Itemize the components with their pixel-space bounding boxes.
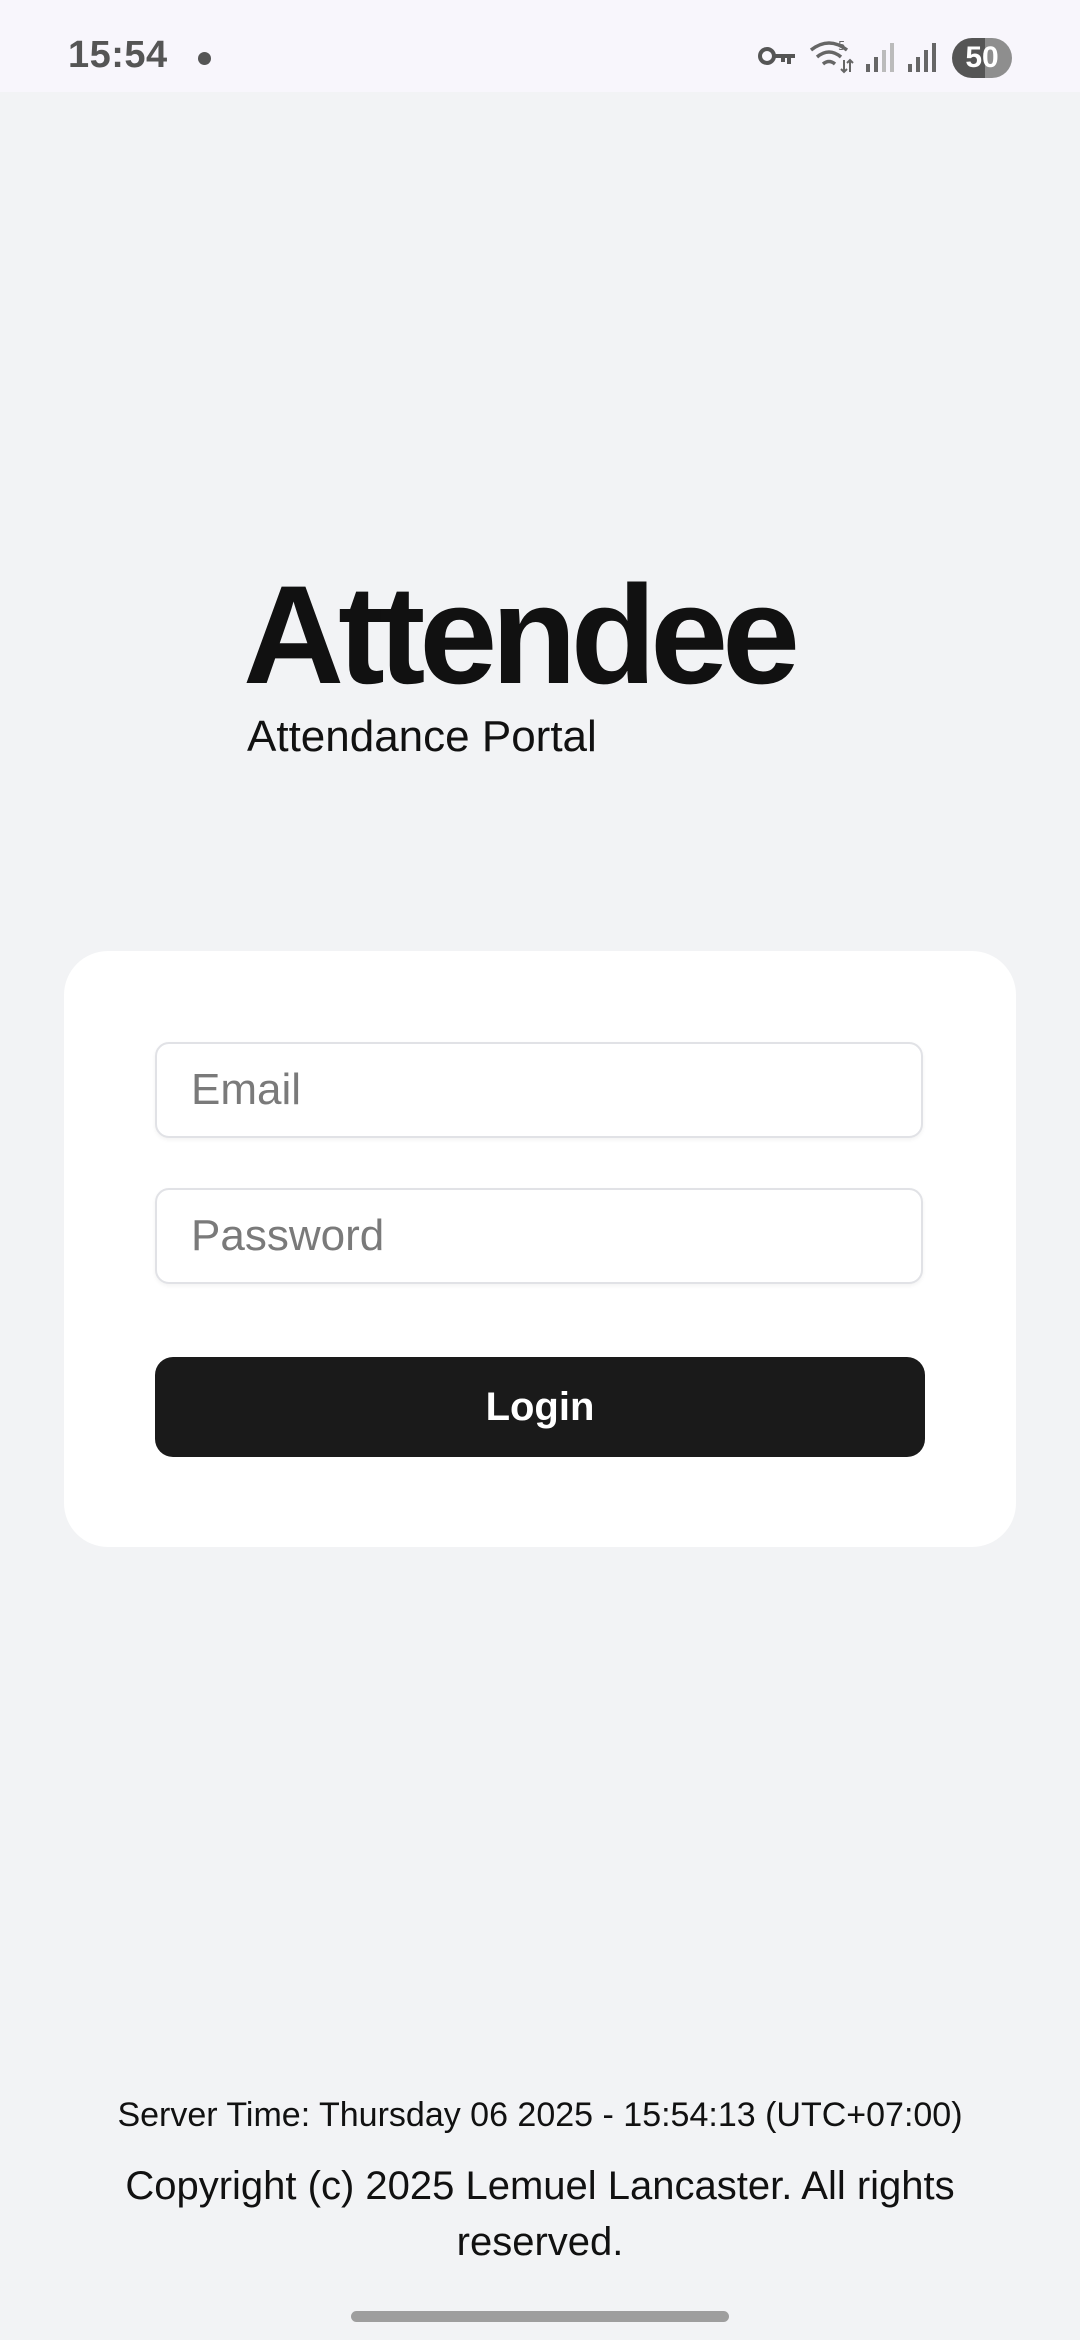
signal-icon	[864, 40, 896, 77]
signal-icon	[906, 40, 938, 77]
battery-indicator: 50	[952, 38, 1012, 78]
status-bar: 15:54 5 50	[0, 0, 1080, 92]
svg-text:5: 5	[838, 39, 846, 53]
vpn-key-icon	[758, 44, 798, 73]
app-title: Attendee	[243, 556, 800, 713]
status-time: 15:54	[68, 34, 168, 76]
email-field[interactable]	[155, 1042, 923, 1138]
password-field[interactable]	[155, 1188, 923, 1284]
home-indicator[interactable]	[351, 2311, 729, 2322]
notification-dot-icon	[198, 52, 211, 65]
server-time: Server Time: Thursday 06 2025 - 15:54:13…	[117, 2096, 963, 2134]
copyright-text: Copyright (c) 2025 Lemuel Lancaster. All…	[125, 2164, 955, 2264]
login-button[interactable]: Login	[155, 1357, 925, 1457]
login-card: Login	[64, 951, 1016, 1547]
app-subtitle: Attendance Portal	[247, 712, 597, 761]
status-icons: 5 50	[748, 36, 1012, 80]
wifi-icon: 5	[808, 38, 854, 79]
